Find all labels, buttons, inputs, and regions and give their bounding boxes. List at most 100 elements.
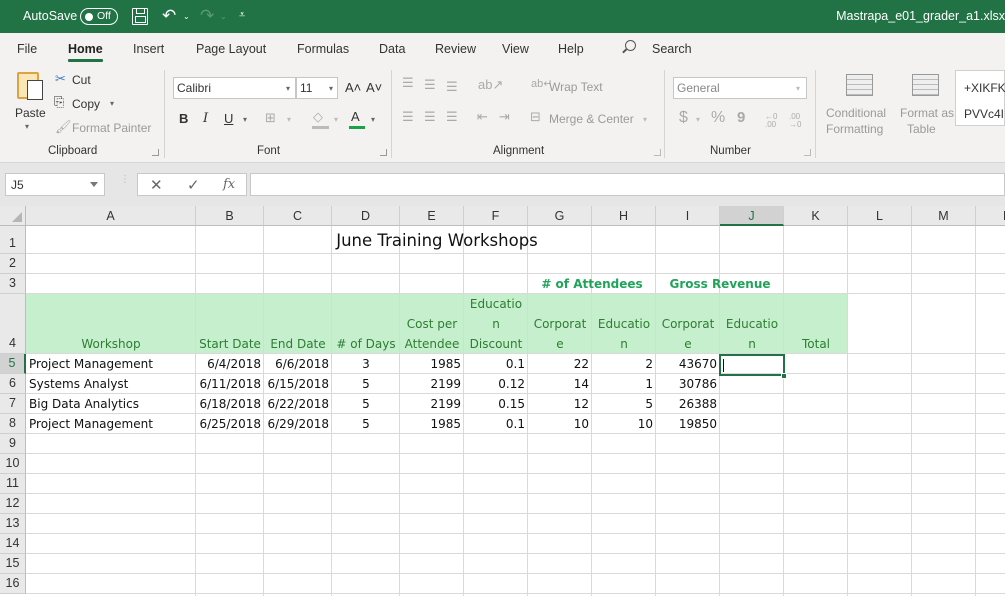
table-cell[interactable]: 6/25/2018	[196, 414, 264, 434]
column-header-a[interactable]: A	[26, 206, 196, 226]
decrease-font-size-icon[interactable]: A˅	[366, 80, 382, 95]
row-header-16[interactable]: 16	[0, 574, 26, 594]
column-title[interactable]: Educatio n	[592, 294, 656, 354]
table-cell[interactable]: 12	[528, 394, 592, 414]
table-cell[interactable]: 10	[592, 414, 656, 434]
table-cell[interactable]: 2	[592, 354, 656, 374]
table-cell[interactable]: 1985	[400, 354, 464, 374]
row-header-1[interactable]: 1	[0, 226, 26, 254]
number-format-select[interactable]: General	[673, 77, 807, 99]
insert-function-icon[interactable]: fx	[223, 177, 235, 192]
formula-input[interactable]	[250, 173, 1005, 196]
tab-formulas[interactable]: Formulas	[297, 42, 349, 56]
row-header-11[interactable]: 11	[0, 474, 26, 494]
table-cell[interactable]: 14	[528, 374, 592, 394]
row-header-5[interactable]: 5	[0, 354, 26, 374]
table-cell[interactable]: 0.12	[464, 374, 528, 394]
column-title[interactable]: Total	[784, 294, 848, 354]
cut-button[interactable]: Cut	[72, 73, 91, 87]
column-header-f[interactable]: F	[464, 206, 528, 226]
column-header-b[interactable]: B	[196, 206, 264, 226]
row-header-8[interactable]: 8	[0, 414, 26, 434]
tab-view[interactable]: View	[502, 42, 529, 56]
column-header-n[interactable]: N	[976, 206, 1005, 226]
undo-icon[interactable]: ↶	[162, 7, 176, 25]
column-header-i[interactable]: I	[656, 206, 720, 226]
column-title[interactable]: Start Date	[196, 294, 264, 354]
table-cell[interactable]: 22	[528, 354, 592, 374]
table-cell[interactable]: 5	[592, 394, 656, 414]
column-title[interactable]: Educatio n	[720, 294, 784, 354]
row-header-7[interactable]: 7	[0, 394, 26, 414]
row-header-12[interactable]: 12	[0, 494, 26, 514]
tab-review[interactable]: Review	[435, 42, 476, 56]
paste-dropdown-icon[interactable]: ▾	[25, 122, 29, 131]
table-cell[interactable]: 6/15/2018	[264, 374, 332, 394]
bold-button[interactable]: B	[179, 111, 188, 126]
select-all-button[interactable]	[0, 206, 26, 226]
row-header-13[interactable]: 13	[0, 514, 26, 534]
font-name-select[interactable]: Calibri	[173, 77, 296, 99]
table-cell[interactable]: 19850	[656, 414, 720, 434]
search-box[interactable]: Search	[652, 42, 692, 56]
table-cell[interactable]: 0.1	[464, 414, 528, 434]
column-header-m[interactable]: M	[912, 206, 976, 226]
column-header-l[interactable]: L	[848, 206, 912, 226]
number-format-dropdown-icon[interactable]: ▾	[796, 84, 800, 93]
row-header-3[interactable]: 3	[0, 274, 26, 294]
table-cell[interactable]: 30786	[656, 374, 720, 394]
row-header-9[interactable]: 9	[0, 434, 26, 454]
fill-handle[interactable]	[781, 373, 787, 379]
row-header-14[interactable]: 14	[0, 534, 26, 554]
tab-insert[interactable]: Insert	[133, 42, 164, 56]
table-cell[interactable]: Project Management	[26, 414, 196, 434]
table-cell[interactable]: Project Management	[26, 354, 196, 374]
table-cell[interactable]: 10	[528, 414, 592, 434]
column-title[interactable]: Workshop	[26, 294, 196, 354]
font-color-dropdown-icon[interactable]: ▾	[371, 115, 375, 124]
save-icon[interactable]	[132, 8, 148, 25]
table-cell[interactable]: 0.1	[464, 354, 528, 374]
column-title[interactable]: Corporat e	[656, 294, 720, 354]
tab-home[interactable]: Home	[68, 42, 103, 62]
tab-page-layout[interactable]: Page Layout	[196, 42, 266, 56]
column-header-k[interactable]: K	[784, 206, 848, 226]
customize-toolbar-icon[interactable]: ⩡	[239, 6, 245, 24]
autosave-toggle[interactable]: Off	[80, 8, 118, 25]
drag-handle-icon[interactable]: ⋮	[120, 175, 130, 185]
font-launcher-icon[interactable]	[380, 149, 387, 156]
row-header-15[interactable]: 15	[0, 554, 26, 574]
row-header-10[interactable]: 10	[0, 454, 26, 474]
table-cell[interactable]: 3	[332, 354, 400, 374]
column-header-j[interactable]: J	[720, 206, 784, 226]
format-painter-button[interactable]: Format Painter	[72, 121, 151, 135]
name-box[interactable]: J5	[5, 173, 105, 196]
copy-dropdown-icon[interactable]: ▾	[110, 99, 114, 108]
cell-styles-gallery[interactable]: +XIKFK PVVc4I	[955, 70, 1005, 126]
undo-dropdown-icon[interactable]: ⌄	[183, 8, 190, 26]
conditional-formatting-label-2[interactable]: Formatting	[826, 122, 883, 136]
table-cell[interactable]: 6/4/2018	[196, 354, 264, 374]
search-icon[interactable]	[625, 40, 636, 51]
italic-button[interactable]: I	[203, 111, 208, 126]
style-item[interactable]: +XIKFK	[964, 81, 1005, 95]
spreadsheet-grid[interactable]: ABCDEFGHIJKLMN12345678910111213141516Jun…	[0, 206, 1005, 596]
conditional-formatting-label-1[interactable]: Conditional	[826, 106, 886, 120]
table-cell[interactable]: 5	[332, 414, 400, 434]
font-name-dropdown-icon[interactable]: ▾	[286, 84, 290, 93]
table-cell[interactable]: 2199	[400, 374, 464, 394]
column-header-c[interactable]: C	[264, 206, 332, 226]
table-cell[interactable]: 6/11/2018	[196, 374, 264, 394]
table-cell[interactable]: 1	[592, 374, 656, 394]
enter-icon[interactable]: ✓	[187, 176, 200, 194]
paste-button[interactable]: Paste	[15, 106, 46, 120]
style-item[interactable]: PVVc4I	[964, 107, 1004, 121]
table-cell[interactable]: Systems Analyst	[26, 374, 196, 394]
table-cell[interactable]: 1985	[400, 414, 464, 434]
paste-icon[interactable]	[17, 72, 43, 100]
cancel-icon[interactable]: ✕	[150, 176, 163, 194]
table-cell[interactable]: Big Data Analytics	[26, 394, 196, 414]
column-title[interactable]: Cost per Attendee	[400, 294, 464, 354]
table-cell[interactable]: 6/18/2018	[196, 394, 264, 414]
table-cell[interactable]: 6/6/2018	[264, 354, 332, 374]
